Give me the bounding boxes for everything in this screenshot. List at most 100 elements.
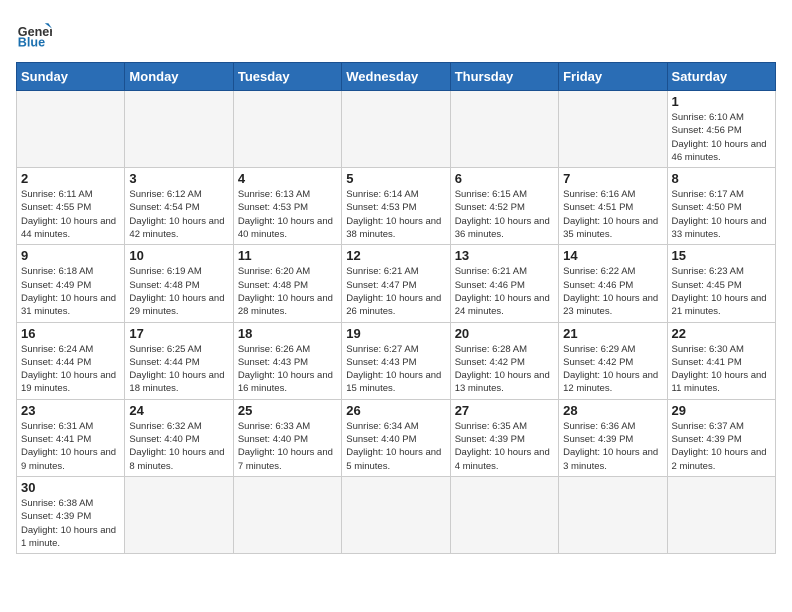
day-info: Sunrise: 6:24 AM Sunset: 4:44 PM Dayligh… bbox=[21, 343, 120, 396]
calendar-cell bbox=[233, 91, 341, 168]
day-info: Sunrise: 6:33 AM Sunset: 4:40 PM Dayligh… bbox=[238, 420, 337, 473]
day-info: Sunrise: 6:25 AM Sunset: 4:44 PM Dayligh… bbox=[129, 343, 228, 396]
calendar-cell bbox=[17, 91, 125, 168]
calendar-cell: 26 Sunrise: 6:34 AM Sunset: 4:40 PM Dayli… bbox=[342, 399, 450, 476]
day-info: Sunrise: 6:27 AM Sunset: 4:43 PM Dayligh… bbox=[346, 343, 445, 396]
day-number: 13 bbox=[455, 248, 554, 263]
calendar-cell: 6 Sunrise: 6:15 AM Sunset: 4:52 PM Daylig… bbox=[450, 168, 558, 245]
day-info: Sunrise: 6:34 AM Sunset: 4:40 PM Dayligh… bbox=[346, 420, 445, 473]
day-number: 30 bbox=[21, 480, 120, 495]
weekday-header-wednesday: Wednesday bbox=[342, 63, 450, 91]
day-info: Sunrise: 6:18 AM Sunset: 4:49 PM Dayligh… bbox=[21, 265, 120, 318]
day-info: Sunrise: 6:29 AM Sunset: 4:42 PM Dayligh… bbox=[563, 343, 662, 396]
weekday-header-saturday: Saturday bbox=[667, 63, 775, 91]
day-info: Sunrise: 6:12 AM Sunset: 4:54 PM Dayligh… bbox=[129, 188, 228, 241]
calendar-body: 1 Sunrise: 6:10 AM Sunset: 4:56 PM Daylig… bbox=[17, 91, 776, 554]
day-number: 19 bbox=[346, 326, 445, 341]
day-number: 26 bbox=[346, 403, 445, 418]
calendar-cell: 27 Sunrise: 6:35 AM Sunset: 4:39 PM Dayli… bbox=[450, 399, 558, 476]
weekday-header-sunday: Sunday bbox=[17, 63, 125, 91]
day-number: 18 bbox=[238, 326, 337, 341]
day-info: Sunrise: 6:31 AM Sunset: 4:41 PM Dayligh… bbox=[21, 420, 120, 473]
day-info: Sunrise: 6:11 AM Sunset: 4:55 PM Dayligh… bbox=[21, 188, 120, 241]
day-number: 5 bbox=[346, 171, 445, 186]
calendar-cell bbox=[233, 476, 341, 553]
day-number: 20 bbox=[455, 326, 554, 341]
calendar-cell: 12 Sunrise: 6:21 AM Sunset: 4:47 PM Dayli… bbox=[342, 245, 450, 322]
day-number: 25 bbox=[238, 403, 337, 418]
calendar-cell: 11Sunrise: 6:20 AM Sunset: 4:48 PM Dayli… bbox=[233, 245, 341, 322]
day-number: 27 bbox=[455, 403, 554, 418]
day-number: 9 bbox=[21, 248, 120, 263]
day-info: Sunrise: 6:19 AM Sunset: 4:48 PM Dayligh… bbox=[129, 265, 228, 318]
day-number: 24 bbox=[129, 403, 228, 418]
calendar-week-row: 9 Sunrise: 6:18 AM Sunset: 4:49 PM Daylig… bbox=[17, 245, 776, 322]
calendar-cell: 23Sunrise: 6:31 AM Sunset: 4:41 PM Dayli… bbox=[17, 399, 125, 476]
day-info: Sunrise: 6:26 AM Sunset: 4:43 PM Dayligh… bbox=[238, 343, 337, 396]
calendar-week-row: 30Sunrise: 6:38 AM Sunset: 4:39 PM Dayli… bbox=[17, 476, 776, 553]
day-number: 17 bbox=[129, 326, 228, 341]
calendar-cell: 5 Sunrise: 6:14 AM Sunset: 4:53 PM Daylig… bbox=[342, 168, 450, 245]
day-number: 1 bbox=[672, 94, 771, 109]
calendar-cell: 29Sunrise: 6:37 AM Sunset: 4:39 PM Dayli… bbox=[667, 399, 775, 476]
calendar-cell: 21Sunrise: 6:29 AM Sunset: 4:42 PM Dayli… bbox=[559, 322, 667, 399]
day-info: Sunrise: 6:21 AM Sunset: 4:47 PM Dayligh… bbox=[346, 265, 445, 318]
day-number: 16 bbox=[21, 326, 120, 341]
day-info: Sunrise: 6:36 AM Sunset: 4:39 PM Dayligh… bbox=[563, 420, 662, 473]
calendar-week-row: 16 Sunrise: 6:24 AM Sunset: 4:44 PM Dayli… bbox=[17, 322, 776, 399]
calendar-cell bbox=[559, 476, 667, 553]
calendar-week-row: 2 Sunrise: 6:11 AM Sunset: 4:55 PM Daylig… bbox=[17, 168, 776, 245]
calendar-cell: 20 Sunrise: 6:28 AM Sunset: 4:42 PM Dayli… bbox=[450, 322, 558, 399]
calendar-cell: 13 Sunrise: 6:21 AM Sunset: 4:46 PM Dayli… bbox=[450, 245, 558, 322]
day-number: 12 bbox=[346, 248, 445, 263]
calendar-table: SundayMondayTuesdayWednesdayThursdayFrid… bbox=[16, 62, 776, 554]
day-number: 3 bbox=[129, 171, 228, 186]
calendar-cell: 22 Sunrise: 6:30 AM Sunset: 4:41 PM Dayli… bbox=[667, 322, 775, 399]
weekday-header-monday: Monday bbox=[125, 63, 233, 91]
calendar-week-row: 23Sunrise: 6:31 AM Sunset: 4:41 PM Dayli… bbox=[17, 399, 776, 476]
day-number: 2 bbox=[21, 171, 120, 186]
calendar-cell: 1 Sunrise: 6:10 AM Sunset: 4:56 PM Daylig… bbox=[667, 91, 775, 168]
day-info: Sunrise: 6:32 AM Sunset: 4:40 PM Dayligh… bbox=[129, 420, 228, 473]
day-number: 29 bbox=[672, 403, 771, 418]
day-number: 22 bbox=[672, 326, 771, 341]
day-info: Sunrise: 6:10 AM Sunset: 4:56 PM Dayligh… bbox=[672, 111, 771, 164]
day-info: Sunrise: 6:17 AM Sunset: 4:50 PM Dayligh… bbox=[672, 188, 771, 241]
calendar-cell: 28 Sunrise: 6:36 AM Sunset: 4:39 PM Dayli… bbox=[559, 399, 667, 476]
day-info: Sunrise: 6:28 AM Sunset: 4:42 PM Dayligh… bbox=[455, 343, 554, 396]
day-info: Sunrise: 6:16 AM Sunset: 4:51 PM Dayligh… bbox=[563, 188, 662, 241]
day-number: 15 bbox=[672, 248, 771, 263]
calendar-cell: 15 Sunrise: 6:23 AM Sunset: 4:45 PM Dayli… bbox=[667, 245, 775, 322]
day-info: Sunrise: 6:15 AM Sunset: 4:52 PM Dayligh… bbox=[455, 188, 554, 241]
day-number: 28 bbox=[563, 403, 662, 418]
calendar-cell bbox=[125, 91, 233, 168]
calendar-cell: 2 Sunrise: 6:11 AM Sunset: 4:55 PM Daylig… bbox=[17, 168, 125, 245]
day-number: 10 bbox=[129, 248, 228, 263]
calendar-cell: 30Sunrise: 6:38 AM Sunset: 4:39 PM Dayli… bbox=[17, 476, 125, 553]
day-number: 6 bbox=[455, 171, 554, 186]
calendar-cell: 8 Sunrise: 6:17 AM Sunset: 4:50 PM Daylig… bbox=[667, 168, 775, 245]
calendar-cell: 3 Sunrise: 6:12 AM Sunset: 4:54 PM Daylig… bbox=[125, 168, 233, 245]
day-info: Sunrise: 6:20 AM Sunset: 4:48 PM Dayligh… bbox=[238, 265, 337, 318]
day-info: Sunrise: 6:30 AM Sunset: 4:41 PM Dayligh… bbox=[672, 343, 771, 396]
calendar-cell bbox=[125, 476, 233, 553]
calendar-cell: 9 Sunrise: 6:18 AM Sunset: 4:49 PM Daylig… bbox=[17, 245, 125, 322]
day-number: 8 bbox=[672, 171, 771, 186]
calendar-cell: 24 Sunrise: 6:32 AM Sunset: 4:40 PM Dayli… bbox=[125, 399, 233, 476]
calendar-cell bbox=[342, 476, 450, 553]
calendar-cell: 4Sunrise: 6:13 AM Sunset: 4:53 PM Daylig… bbox=[233, 168, 341, 245]
svg-text:Blue: Blue bbox=[18, 36, 45, 50]
day-number: 4 bbox=[238, 171, 337, 186]
weekday-header-thursday: Thursday bbox=[450, 63, 558, 91]
calendar-cell bbox=[450, 476, 558, 553]
day-info: Sunrise: 6:23 AM Sunset: 4:45 PM Dayligh… bbox=[672, 265, 771, 318]
day-info: Sunrise: 6:35 AM Sunset: 4:39 PM Dayligh… bbox=[455, 420, 554, 473]
calendar-cell: 19 Sunrise: 6:27 AM Sunset: 4:43 PM Dayli… bbox=[342, 322, 450, 399]
calendar-cell bbox=[667, 476, 775, 553]
calendar-cell bbox=[559, 91, 667, 168]
day-info: Sunrise: 6:14 AM Sunset: 4:53 PM Dayligh… bbox=[346, 188, 445, 241]
calendar-week-row: 1 Sunrise: 6:10 AM Sunset: 4:56 PM Daylig… bbox=[17, 91, 776, 168]
day-info: Sunrise: 6:21 AM Sunset: 4:46 PM Dayligh… bbox=[455, 265, 554, 318]
weekday-header-tuesday: Tuesday bbox=[233, 63, 341, 91]
calendar-cell: 25 Sunrise: 6:33 AM Sunset: 4:40 PM Dayli… bbox=[233, 399, 341, 476]
